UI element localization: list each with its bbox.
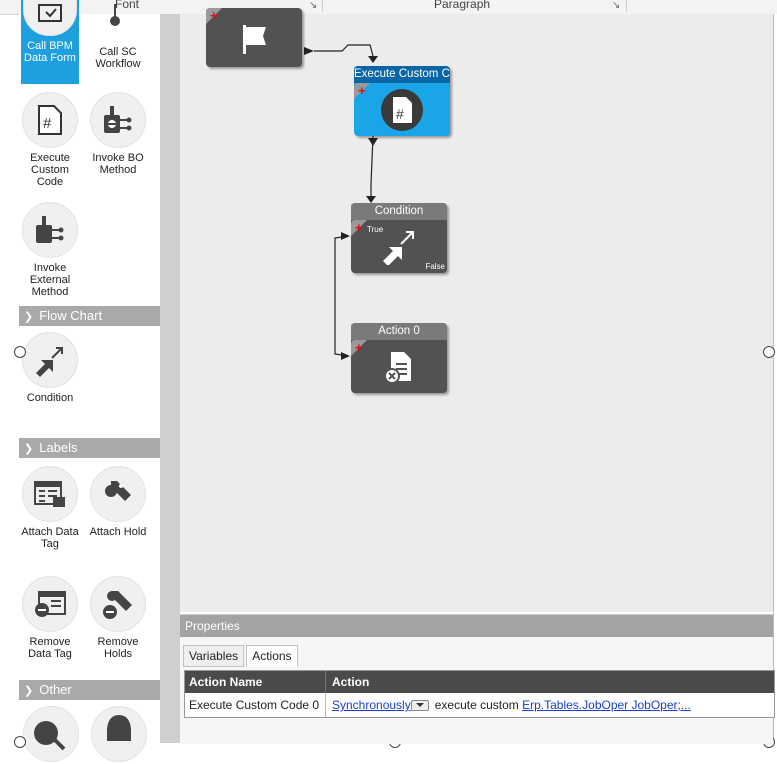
chevron-down-icon: ❯ [24,311,34,323]
properties-title: Properties [180,615,773,637]
tool-condition[interactable]: Condition [21,332,79,404]
tool-label: Remove Holds [97,636,139,660]
tool-call-sc-workflow[interactable]: Call SC Workflow [89,0,147,84]
settings-icon [34,721,66,751]
bell-icon [107,715,131,741]
toolbox-panel: Call BPM Data Form Call SC Workflow # Ex… [19,0,160,762]
remove-data-tag-icon [22,576,78,632]
form-icon [23,0,77,36]
custom-code-icon: # [354,86,450,134]
tool-attach-hold[interactable]: Attach Hold [89,466,147,538]
flag-icon [206,14,302,64]
properties-panel: Properties Variables Actions Action Name… [180,614,775,744]
target-link[interactable]: Erp.Tables.JobOper JobOper;... [522,698,691,712]
tool-invoke-bo-method[interactable]: Invoke BO Method [89,92,147,176]
bo-method-icon [90,92,146,148]
chevron-down-icon: ❯ [24,685,34,697]
tool-remove-holds[interactable]: Remove Holds [89,576,147,660]
node-title: Execute Custom Code [354,66,450,83]
node-title: Action 0 [351,323,447,340]
cell-action: Synchronously execute custom Erp.Tables.J… [326,693,774,717]
tool-label: Execute Custom Code [30,152,70,188]
resize-handle-right[interactable] [763,346,775,358]
column-header-action[interactable]: Action [326,671,774,693]
attach-data-tag-icon [22,466,78,522]
tool-label: Invoke External Method [29,262,71,298]
column-header-action-name[interactable]: Action Name [185,671,326,693]
tool-other-1[interactable] [23,706,79,762]
svg-text:#: # [43,115,52,132]
tool-label: Remove Data Tag [28,636,72,660]
node-condition[interactable]: Condition + True False [351,203,447,273]
condition-icon [22,332,78,388]
section-header-other[interactable]: ❯ Other [19,680,160,700]
actions-grid: Action Name Action Execute Custom Code 0… [184,670,775,718]
tool-label: Attach Data Tag [21,526,79,550]
ribbon-group-paragraph: Paragraph [434,0,491,11]
toolbox-scrollbar[interactable] [160,14,180,743]
tool-call-bpm-data-form[interactable]: Call BPM Data Form [21,0,79,84]
mode-dropdown-icon[interactable] [410,700,429,712]
section-header-labels[interactable]: ❯ Labels [19,438,160,458]
custom-code-icon: # [22,92,78,148]
node-title: Condition [351,203,447,220]
condition-icon [351,223,447,271]
mode-link[interactable]: Synchronously [332,698,411,712]
svg-text:#: # [396,106,404,122]
attach-hold-icon [90,466,146,522]
tool-execute-custom-code[interactable]: # Execute Custom Code [21,92,79,188]
workflow-icon [89,0,147,30]
resize-handle-bottom-left[interactable] [14,736,26,748]
tool-label: Call SC Workflow [95,46,141,70]
resize-handle-left[interactable] [14,346,26,358]
ribbon-separator [322,0,323,12]
action-text: execute custom [434,698,519,712]
tool-label: Attach Hold [89,526,147,538]
tab-actions[interactable]: Actions [246,645,298,667]
node-execute-custom-code[interactable]: Execute Custom Code + # [354,66,450,136]
tool-invoke-external-method[interactable]: Invoke External Method [21,202,79,298]
chevron-down-icon: ❯ [24,443,34,455]
tool-label: Call BPM Data Form [24,40,76,64]
canvas-right-border [773,14,777,743]
tool-other-2[interactable] [91,706,147,762]
external-method-icon [22,202,78,258]
connector-lines [304,44,378,360]
cell-action-name: Execute Custom Code 0 [185,693,326,717]
grid-header: Action Name Action [185,671,774,693]
tool-label: Invoke BO Method [92,152,144,176]
properties-tabs: Variables Actions [183,645,298,667]
font-dialog-launcher-icon[interactable]: ↘ [309,0,317,11]
section-label: Labels [39,440,78,455]
paragraph-dialog-launcher-icon[interactable]: ↘ [612,0,620,11]
table-row[interactable]: Execute Custom Code 0 Synchronously execu… [185,693,774,717]
ribbon-separator [626,0,627,12]
tool-remove-data-tag[interactable]: Remove Data Tag [21,576,79,660]
section-label: Flow Chart [39,308,103,323]
node-start[interactable]: + [206,8,302,67]
tab-variables[interactable]: Variables [183,645,245,667]
tool-attach-data-tag[interactable]: Attach Data Tag [21,466,79,550]
tool-label: Condition [26,392,74,404]
section-header-flow-chart[interactable]: ❯ Flow Chart [19,306,160,326]
workflow-canvas[interactable]: + Execute Custom Code + # Condition + Tr… [180,8,773,612]
action-icon [351,343,447,391]
node-action-0[interactable]: Action 0 + [351,323,447,393]
section-label: Other [39,682,72,697]
remove-holds-icon [90,576,146,632]
